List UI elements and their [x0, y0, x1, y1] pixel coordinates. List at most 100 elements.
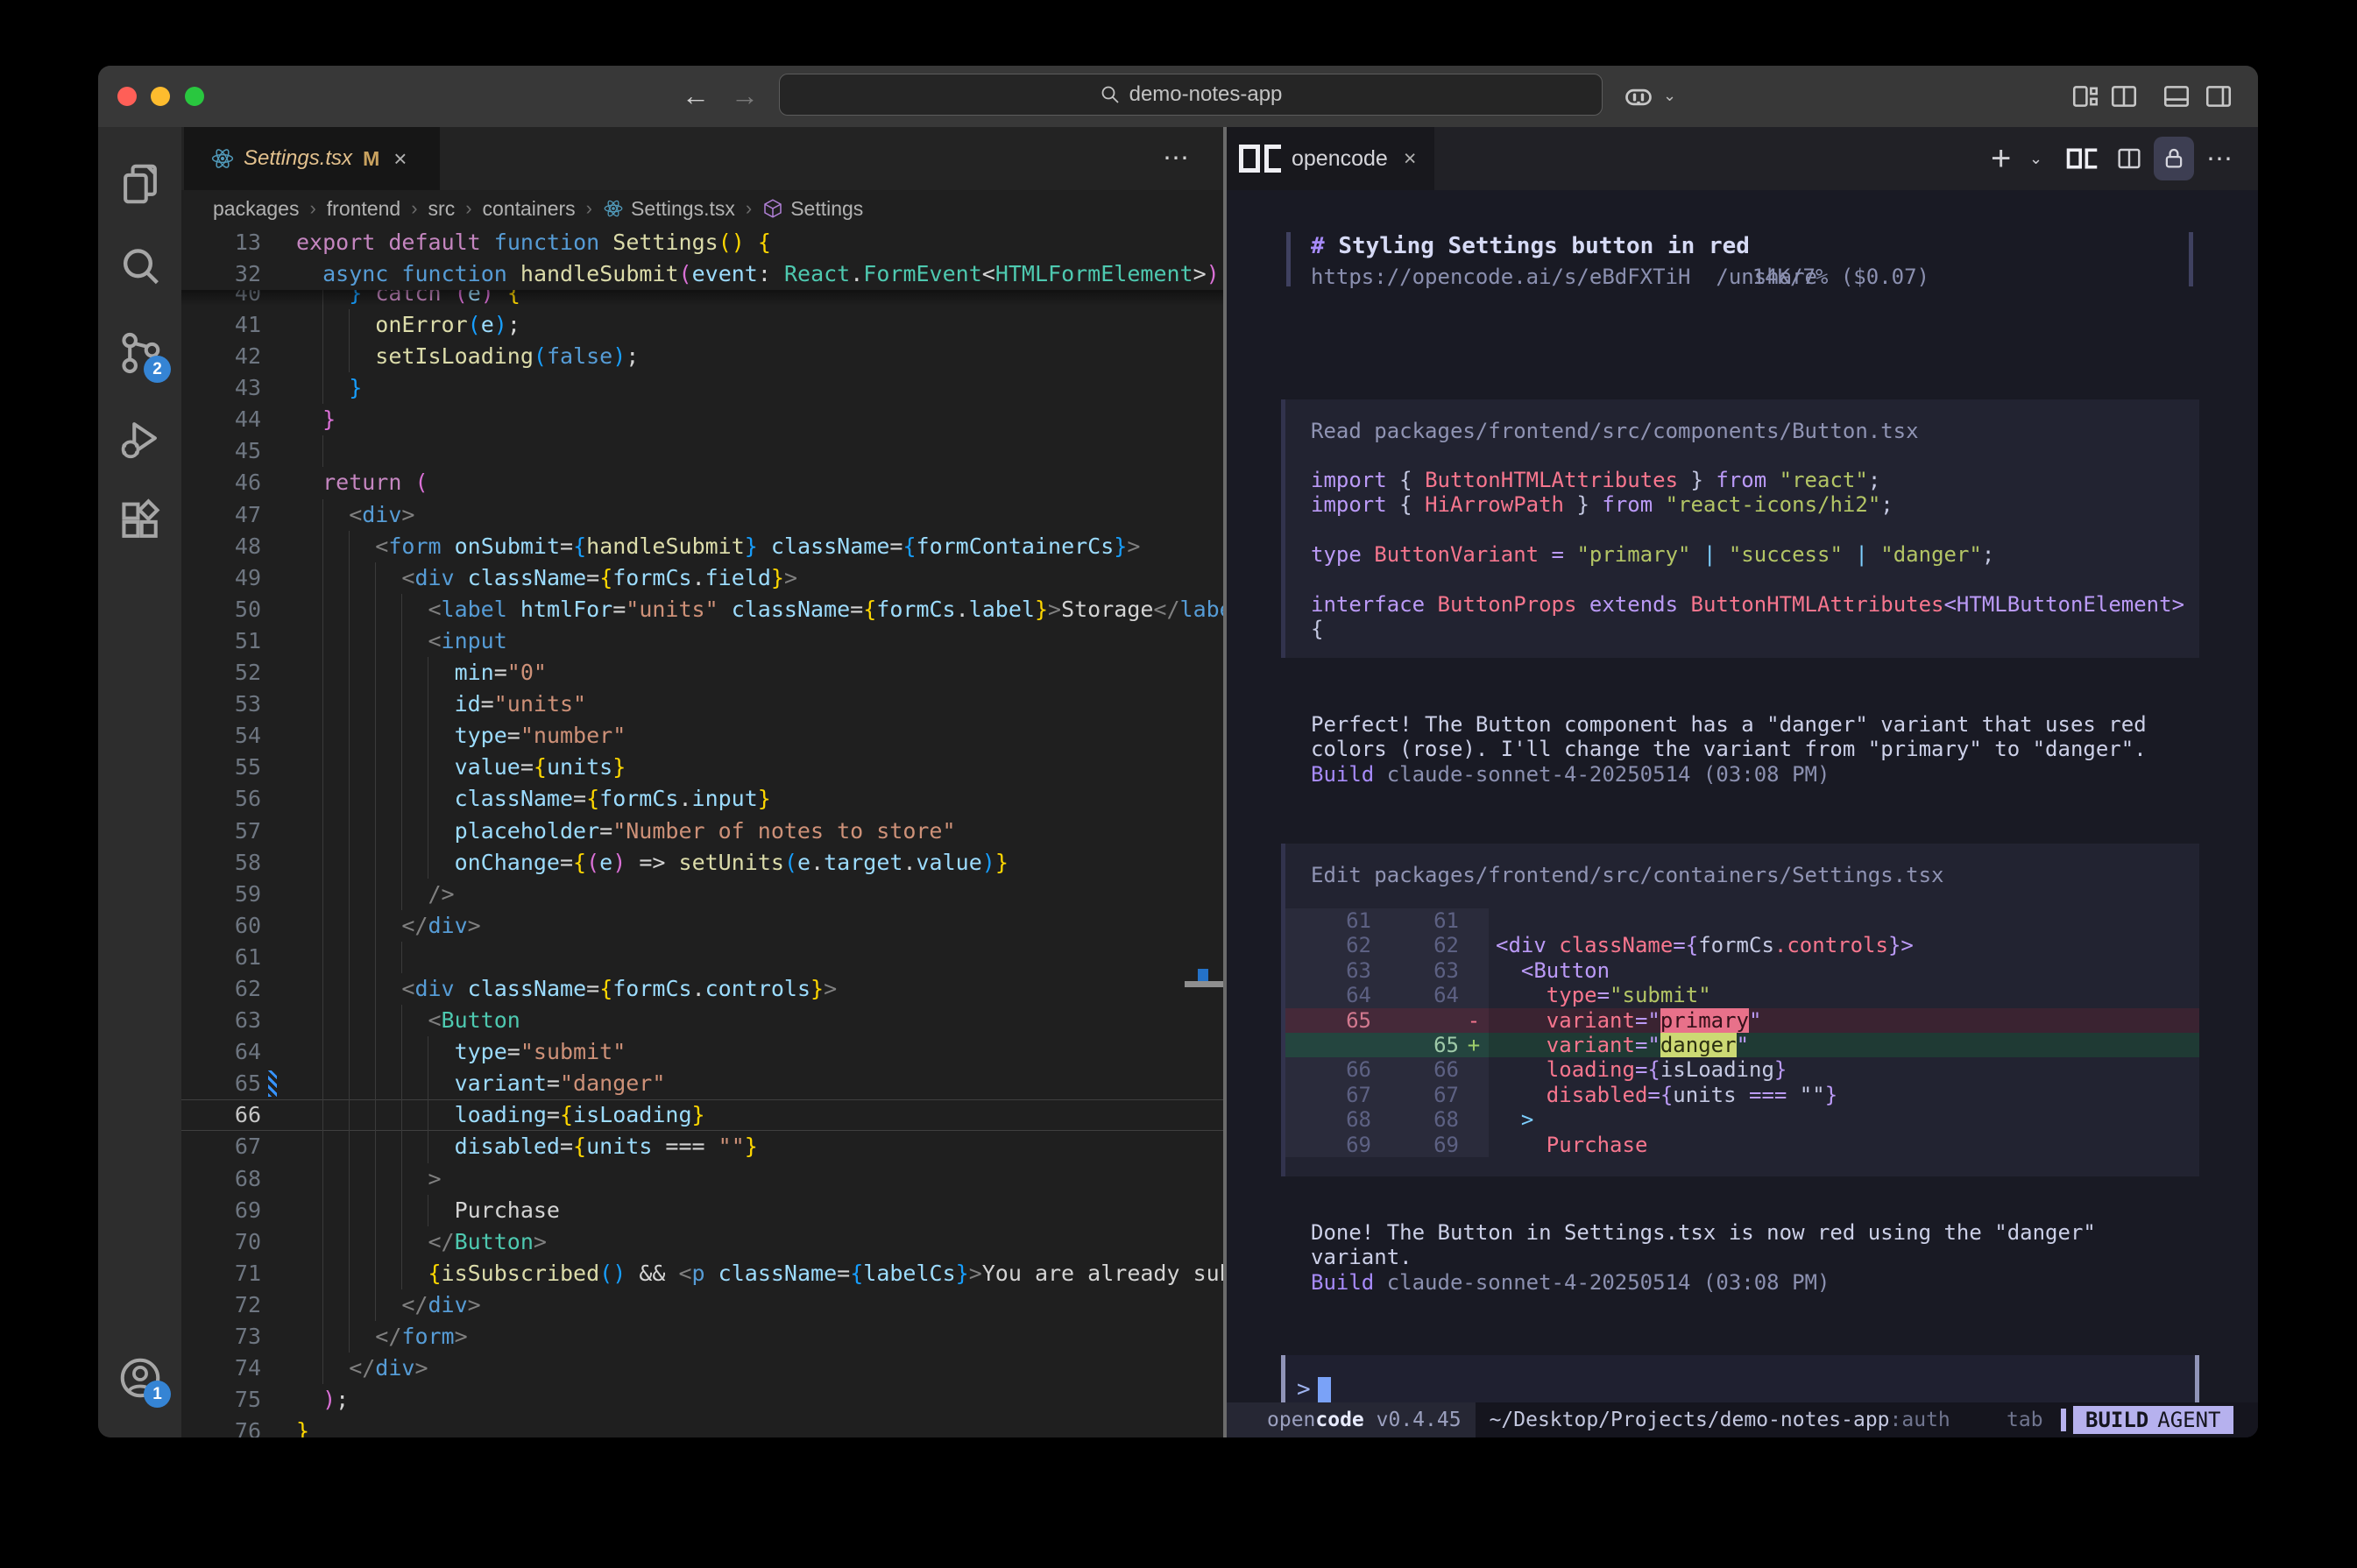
diff-row: 6666 loading={isLoading}: [1285, 1057, 2199, 1082]
forward-arrow-icon[interactable]: →: [731, 80, 759, 112]
breadcrumb-item[interactable]: frontend: [327, 197, 400, 221]
search-icon: [1100, 84, 1121, 105]
prompt-symbol: >: [1297, 1376, 1311, 1402]
diff-row: 6161: [1285, 908, 2199, 933]
editor-tab-strip: Settings.tsx M × ⋯: [181, 127, 1223, 190]
code-line: 69 Purchase: [181, 1195, 1223, 1226]
tab-settings-tsx[interactable]: Settings.tsx M ×: [184, 127, 440, 190]
diff-row: 65- variant="primary": [1285, 1008, 2199, 1033]
sticky-scroll-shadow: [181, 290, 1223, 306]
react-icon: [603, 198, 624, 219]
editor-panel-sash[interactable]: [1223, 127, 1227, 1437]
breadcrumb-item[interactable]: containers: [483, 197, 576, 221]
code-line: 41 onError(e);: [181, 309, 1223, 341]
panel-tab-label: opencode: [1292, 146, 1388, 172]
files-icon: [117, 160, 164, 208]
code-line: [1311, 568, 2199, 592]
sidebar-item-search[interactable]: [98, 232, 181, 302]
code-line: 51 <input: [181, 625, 1223, 657]
accounts-badge: 1: [144, 1381, 171, 1408]
breadcrumb-separator: ›: [309, 197, 315, 220]
read-tool-block: Read packages/frontend/src/components/Bu…: [1281, 399, 2199, 658]
breadcrumb-item[interactable]: packages: [213, 197, 299, 221]
close-panel-icon[interactable]: ×: [1404, 146, 1417, 172]
opencode-view-icon[interactable]: [2061, 127, 2103, 190]
session-title: # Styling Settings button in red: [1311, 233, 1750, 259]
code-line: {: [1311, 617, 2199, 641]
code-line: 13export default function Settings() {: [181, 227, 1223, 258]
code-line: 56 className={formCs.input}: [181, 783, 1223, 815]
code-line: 52 min="0": [181, 657, 1223, 689]
vscode-window: ← → demo-notes-app ⌄: [98, 66, 2258, 1437]
chevron-down-icon[interactable]: ⌄: [1663, 87, 1676, 105]
message-meta: Build claude-sonnet-4-20250514 (03:08 PM…: [1311, 1270, 2096, 1295]
editor-actions-more-icon[interactable]: ⋯: [1163, 143, 1192, 173]
editor-scrollbar[interactable]: [1185, 981, 1223, 987]
breadcrumb-item[interactable]: Settings.tsx: [603, 197, 735, 221]
opencode-panel: # Styling Settings button in red https:/…: [1227, 190, 2258, 1437]
customize-layout-icon[interactable]: [2070, 81, 2100, 111]
diff-row: 6464 type="submit": [1285, 983, 2199, 1007]
breadcrumb-item[interactable]: Settings: [762, 197, 863, 221]
sidebar-item-run-debug[interactable]: [98, 404, 181, 474]
breadcrumb-item[interactable]: src: [428, 197, 456, 221]
search-icon: [117, 244, 164, 291]
extensions-icon: [117, 498, 164, 545]
code-line: 44 }: [181, 404, 1223, 435]
code-line: 49 <div className={formCs.field}>: [181, 562, 1223, 594]
code-line: 54 type="number": [181, 720, 1223, 752]
minimize-window-button[interactable]: [151, 87, 170, 106]
breadcrumb-separator: ›: [746, 197, 752, 220]
split-editor-icon[interactable]: [2109, 81, 2139, 111]
message-line: colors (rose). I'll change the variant f…: [1311, 737, 2147, 761]
diff-row: 6868 >: [1285, 1107, 2199, 1132]
diff-row: 6767 disabled={units === ""}: [1285, 1083, 2199, 1107]
code-line: 67 disabled={units === ""}: [181, 1131, 1223, 1162]
copilot-icon[interactable]: [1623, 81, 1653, 111]
back-arrow-icon[interactable]: ←: [682, 80, 710, 112]
new-session-button[interactable]: +: [1991, 127, 2011, 190]
breadcrumb-separator: ›: [586, 197, 592, 220]
diff-view: 6161 6262<div className={formCs.controls…: [1285, 908, 2199, 1157]
message-line: Perfect! The Button component has a "dan…: [1311, 712, 2147, 737]
chevron-down-icon[interactable]: ⌄: [2029, 127, 2042, 190]
assistant-message: Done! The Button in Settings.tsx is now …: [1311, 1220, 2096, 1295]
code-line: 65 variant="danger": [181, 1068, 1223, 1099]
session-share-line[interactable]: https://opencode.ai/s/eBdFXTiH /unshare: [1311, 265, 1817, 289]
breadcrumb-separator: ›: [411, 197, 417, 220]
zoom-window-button[interactable]: [185, 87, 204, 106]
code-line: 64 type="submit": [181, 1036, 1223, 1068]
code-editor[interactable]: 40 } catch (e) { 41 onError(e);42 setIsL…: [181, 227, 1223, 1437]
breadcrumb[interactable]: packages › frontend › src › containers › Setting…: [181, 190, 1223, 227]
code-line: 63 <Button: [181, 1005, 1223, 1036]
sidebar-item-extensions[interactable]: [98, 486, 181, 556]
project-path: ~/Desktop/Projects/demo-notes-app:auth: [1490, 1409, 1950, 1431]
code-line: 48 <form onSubmit={handleSubmit} classNa…: [181, 531, 1223, 562]
split-panel-icon[interactable]: [2115, 127, 2143, 190]
code-line: import { HiArrowPath } from "react-icons…: [1311, 492, 2199, 517]
lock-button[interactable]: [2154, 137, 2194, 180]
code-line: 73 </form>: [181, 1321, 1223, 1353]
code-line: 76}: [181, 1416, 1223, 1437]
toggle-panel-icon[interactable]: [2162, 81, 2191, 111]
tab-opencode[interactable]: opencode ×: [1227, 127, 1434, 190]
close-window-button[interactable]: [117, 87, 137, 106]
agent-badge[interactable]: BUILDAGENT: [2073, 1406, 2233, 1434]
code-line: type ButtonVariant = "primary" | "succes…: [1311, 542, 2199, 567]
sticky-scroll: 13export default function Settings() {32…: [181, 227, 1223, 290]
code-line: 66 loading={isLoading}: [181, 1099, 1223, 1131]
toggle-secondary-sidebar-icon[interactable]: [2204, 81, 2233, 111]
panel-more-icon[interactable]: ⋯: [2206, 127, 2235, 190]
code-line: 59 />: [181, 879, 1223, 910]
diff-row: 6262<div className={formCs.controls}>: [1285, 933, 2199, 957]
code-line: 53 id="units": [181, 689, 1223, 720]
accounts-button[interactable]: 1: [98, 1343, 181, 1413]
sidebar-item-explorer[interactable]: [98, 149, 181, 219]
activity-bar: 2 1 ⚙: [98, 127, 181, 1437]
settings-button[interactable]: ⚙: [98, 1427, 181, 1437]
code-line: 58 onChange={(e) => setUnits(e.target.va…: [181, 847, 1223, 879]
sidebar-item-source-control[interactable]: 2: [98, 318, 181, 388]
command-center-search[interactable]: demo-notes-app: [779, 74, 1603, 116]
close-tab-icon[interactable]: ×: [393, 145, 407, 173]
edit-tool-label: Edit packages/frontend/src/containers/Se…: [1311, 863, 2199, 887]
